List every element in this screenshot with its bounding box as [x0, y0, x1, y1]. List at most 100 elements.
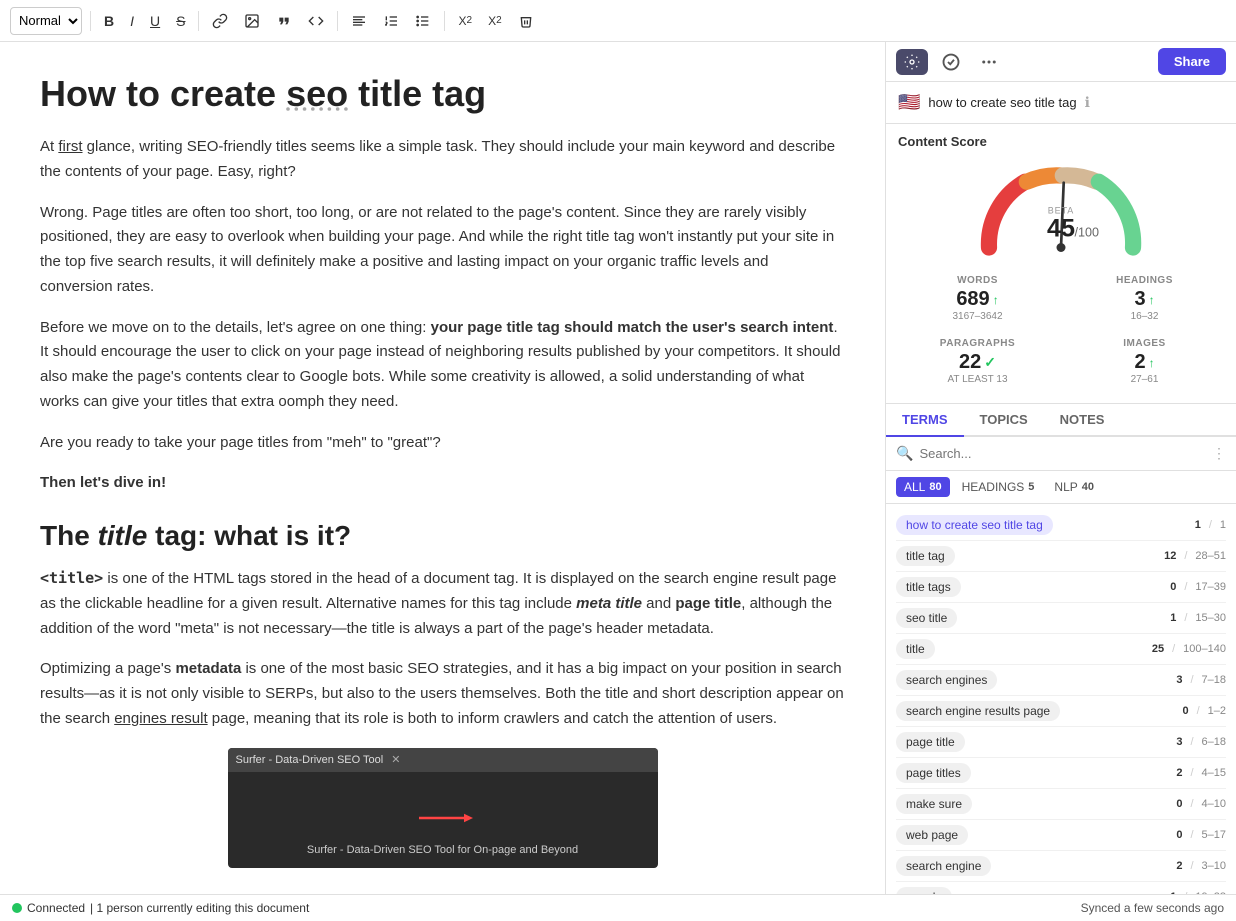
sidebar: Share 🇺🇸 how to create seo title tag ℹ C…: [886, 42, 1236, 894]
subtab-all[interactable]: ALL 80: [896, 477, 950, 497]
subtab-nlp[interactable]: NLP 40: [1046, 477, 1102, 497]
content-score-section: Content Score 45: [886, 124, 1236, 404]
term-badge[interactable]: title tag: [896, 546, 955, 566]
code-tag: <title>: [40, 569, 103, 587]
editor-body[interactable]: At first glance, writing SEO-friendly ti…: [40, 135, 845, 868]
separator-3: [337, 11, 338, 31]
ul-button[interactable]: [410, 10, 436, 32]
list-item: search engine2/3–10: [896, 851, 1226, 882]
list-item: page title 3/6–18: [896, 727, 1226, 758]
list-item: page titles 2/4–15: [896, 758, 1226, 789]
status-bar: Connected | 1 person currently editing t…: [0, 894, 1236, 921]
tab-notes[interactable]: NOTES: [1044, 404, 1121, 437]
image-button[interactable]: [239, 10, 265, 32]
tab-topics[interactable]: TOPICS: [964, 404, 1044, 437]
check-button[interactable]: [936, 49, 966, 75]
list-item: search engines 3/7–18: [896, 665, 1226, 696]
term-badge[interactable]: title: [896, 639, 935, 659]
subtab-headings[interactable]: HEADINGS 5: [954, 477, 1043, 497]
term-badge[interactable]: make sure: [896, 794, 972, 814]
quote-button[interactable]: [271, 10, 297, 32]
stats-grid: WORDS 689 ↑ 3167–3642 HEADINGS 3 ↑ 16–32: [898, 263, 1224, 397]
paragraph-2: Wrong. Page titles are often too short, …: [40, 201, 845, 300]
sidebar-topbar: Share: [886, 42, 1236, 82]
clear-format-button[interactable]: [513, 10, 539, 32]
term-badge[interactable]: page titles: [896, 763, 971, 783]
term-scores: 2/4–15: [1176, 767, 1226, 779]
term-scores: 12/28–51: [1164, 550, 1226, 562]
bold-button[interactable]: B: [99, 10, 119, 32]
list-item: title 25/100–140: [896, 634, 1226, 665]
strikethrough-button[interactable]: S: [171, 10, 190, 32]
images-stat: IMAGES 2 ↑ 27–61: [1065, 332, 1224, 391]
words-label: WORDS: [902, 275, 1053, 286]
headings-arrow: ↑: [1149, 293, 1155, 307]
term-badge[interactable]: search engines: [896, 670, 997, 690]
ol-button[interactable]: [378, 10, 404, 32]
term-badge[interactable]: page title: [896, 732, 965, 752]
words-value: 689 ↑: [902, 288, 1053, 311]
paragraphs-min: AT LEAST 13: [902, 374, 1053, 385]
section-heading-1: The title tag: what is it?: [40, 520, 845, 552]
paragraphs-check: ✓: [984, 354, 996, 371]
image-caption: Surfer - Data-Driven SEO Tool for On-pag…: [307, 844, 578, 856]
superscript-button[interactable]: X2: [483, 11, 507, 31]
style-select[interactable]: Normal: [10, 7, 82, 35]
article-title: How to create seo title tag: [40, 72, 845, 115]
term-badge[interactable]: web page: [896, 825, 968, 845]
list-item: search engine results page0/1–2: [896, 696, 1226, 727]
paragraph-1: At first glance, writing SEO-friendly ti…: [40, 135, 845, 185]
title-seo: seo: [286, 73, 348, 114]
status-detail: | 1 person currently editing this docume…: [90, 901, 309, 915]
settings-button[interactable]: [896, 49, 928, 75]
content-score-title: Content Score: [898, 134, 1224, 149]
gauge-container: 45 /100 BETA: [898, 157, 1224, 257]
term-scores: 1/15–30: [1170, 612, 1226, 624]
term-badge[interactable]: seo title: [896, 608, 957, 628]
filter-icon[interactable]: ⋮: [1212, 445, 1226, 462]
bold-phrase: your page title tag should match the use…: [431, 319, 834, 336]
term-scores: 3/7–18: [1176, 674, 1226, 686]
term-badge[interactable]: search engine results page: [896, 701, 1060, 721]
keyword-row: 🇺🇸 how to create seo title tag ℹ: [886, 82, 1236, 124]
term-scores: 25/100–140: [1152, 643, 1226, 655]
list-item: google1/19–28: [896, 882, 1226, 894]
engines-result-link[interactable]: engines result: [114, 710, 207, 727]
share-button[interactable]: Share: [1158, 48, 1226, 75]
term-scores: 1/1: [1195, 519, 1226, 531]
align-button[interactable]: [346, 10, 372, 32]
search-input[interactable]: [919, 446, 1206, 461]
list-item: web page0/5–17: [896, 820, 1226, 851]
words-arrow: ↑: [993, 293, 999, 307]
first-link[interactable]: first: [58, 138, 82, 155]
paragraph-6: <title> is one of the HTML tags stored i…: [40, 566, 845, 641]
term-badge[interactable]: google: [896, 887, 952, 894]
editor-pane[interactable]: How to create seo title tag At first gla…: [0, 42, 886, 894]
main-area: How to create seo title tag At first gla…: [0, 42, 1236, 894]
sync-label: Synced a few seconds ago: [1081, 901, 1224, 915]
main-tabs: TERMS TOPICS NOTES: [886, 404, 1236, 437]
term-badge[interactable]: how to create seo title tag: [896, 515, 1053, 535]
code-button[interactable]: [303, 10, 329, 32]
separator-4: [444, 11, 445, 31]
headings-stat: HEADINGS 3 ↑ 16–32: [1065, 269, 1224, 328]
words-stat: WORDS 689 ↑ 3167–3642: [898, 269, 1057, 328]
paragraph-4: Are you ready to take your page titles f…: [40, 431, 845, 456]
term-badge[interactable]: search engine: [896, 856, 991, 876]
svg-text:BETA: BETA: [1048, 205, 1074, 215]
info-icon[interactable]: ℹ: [1085, 94, 1090, 111]
list-item: title tag 12/28–51: [896, 541, 1226, 572]
subscript-button[interactable]: X2: [453, 11, 477, 31]
images-arrow: ↑: [1149, 356, 1155, 370]
status-dot: [12, 903, 22, 913]
term-scores: 3/6–18: [1176, 736, 1226, 748]
sidebar-icons: [896, 49, 1004, 75]
tab-terms[interactable]: TERMS: [886, 404, 964, 437]
link-button[interactable]: [207, 10, 233, 32]
more-button[interactable]: [974, 49, 1004, 75]
svg-text:45: 45: [1047, 215, 1075, 243]
underline-button[interactable]: U: [145, 10, 165, 32]
images-value: 2 ↑: [1069, 351, 1220, 374]
italic-button[interactable]: I: [125, 10, 139, 32]
term-badge[interactable]: title tags: [896, 577, 961, 597]
